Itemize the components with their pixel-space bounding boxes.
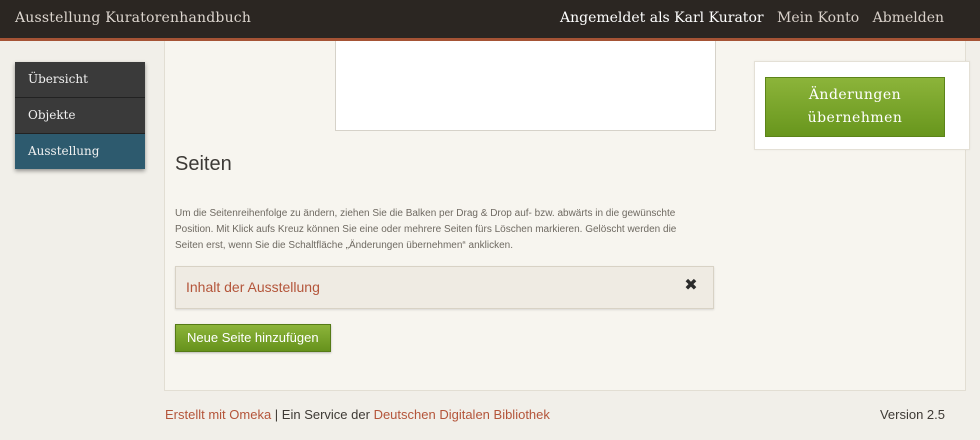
- save-button-line1: Änderungen: [808, 87, 902, 103]
- logout-link[interactable]: Abmelden: [873, 10, 944, 26]
- sidebar-item-objects[interactable]: Objekte: [15, 98, 145, 134]
- sidebar-item-overview[interactable]: Übersicht: [15, 62, 145, 98]
- sidebar-nav: Übersicht Objekte Ausstellung: [15, 62, 145, 169]
- save-button-line2: übernehmen: [807, 110, 903, 126]
- page-list-item[interactable]: Inhalt der Ausstellung ✖: [175, 266, 714, 309]
- page-item-label[interactable]: Inhalt der Ausstellung: [186, 279, 320, 295]
- logged-in-user: Angemeldet als Karl Kurator: [559, 10, 764, 26]
- description-editor[interactable]: [335, 41, 716, 131]
- add-page-button[interactable]: Neue Seite hinzufügen: [175, 324, 331, 352]
- version-label: Version 2.5: [879, 407, 945, 422]
- help-text: Um die Seitenreihenfolge zu ändern, zieh…: [175, 208, 677, 251]
- close-icon[interactable]: ✖: [683, 277, 699, 293]
- footer: Erstellt mit Omeka | Ein Service der Deu…: [165, 407, 945, 422]
- sidebar-item-exhibition[interactable]: Ausstellung: [15, 134, 145, 169]
- top-bar: Ausstellung Kuratorenhandbuch Angemeldet…: [0, 0, 980, 41]
- my-account-link[interactable]: Mein Konto: [777, 10, 859, 26]
- section-title: Seiten: [175, 153, 232, 175]
- save-panel: Änderungen übernehmen: [754, 61, 970, 150]
- site-title[interactable]: Ausstellung Kuratorenhandbuch: [15, 10, 251, 26]
- ddb-link[interactable]: Deutschen Digitalen Bibliothek: [374, 407, 550, 422]
- user-nav: Angemeldet als Karl Kurator Mein Konto A…: [551, 10, 944, 26]
- omeka-link[interactable]: Erstellt mit Omeka: [165, 407, 271, 422]
- save-changes-button[interactable]: Änderungen übernehmen: [765, 77, 945, 137]
- footer-separator: | Ein Service der: [271, 407, 374, 422]
